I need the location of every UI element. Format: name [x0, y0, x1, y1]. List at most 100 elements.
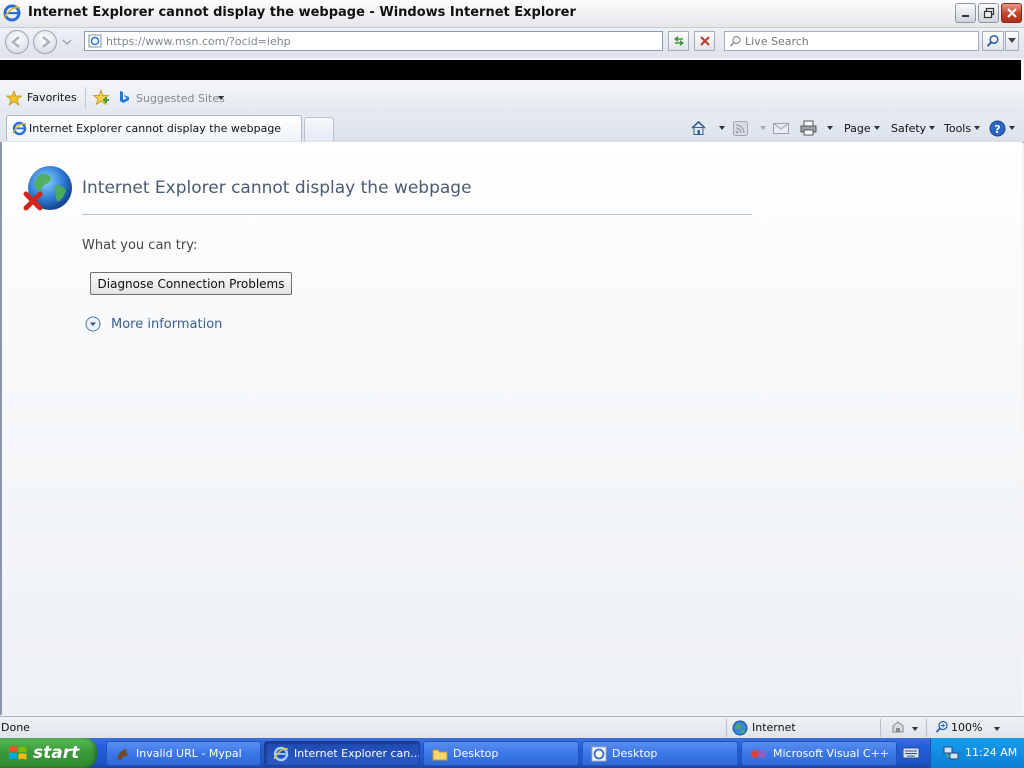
taskbar-item-label: Internet Explorer can...: [294, 747, 420, 760]
protected-mode-icon[interactable]: [890, 720, 906, 736]
diagnose-connection-problems-button[interactable]: Diagnose Connection Problems: [90, 272, 292, 295]
safety-menu-button[interactable]: Safety: [891, 119, 936, 137]
start-button[interactable]: start: [0, 738, 97, 768]
taskbar-item-desktop-folder[interactable]: Desktop: [423, 741, 579, 766]
chevron-down-icon[interactable]: [912, 727, 918, 731]
read-mail-button[interactable]: [773, 119, 789, 137]
search-input[interactable]: [745, 33, 970, 49]
divider: [85, 87, 86, 109]
taskbar-item-label: Invalid URL - Mypal: [136, 747, 242, 760]
tools-menu-button[interactable]: Tools: [944, 119, 981, 137]
divider: [82, 214, 752, 215]
minimize-icon: [961, 15, 969, 17]
tools-menu-label: Tools: [944, 121, 972, 135]
page-content: Internet Explorer cannot display the web…: [0, 142, 1022, 715]
start-label: start: [33, 743, 80, 763]
safety-menu-label: Safety: [891, 121, 927, 135]
help-button[interactable]: ?: [989, 119, 1015, 137]
clock[interactable]: 11:24 AM: [965, 746, 1017, 759]
network-icon[interactable]: [943, 745, 959, 761]
taskbar-item-desktop-ie[interactable]: Desktop: [582, 741, 738, 766]
window-title: Internet Explorer cannot display the web…: [28, 5, 576, 20]
tab-label: Internet Explorer cannot display the web…: [29, 122, 282, 135]
forward-button[interactable]: [33, 30, 57, 54]
security-zone-label[interactable]: Internet: [752, 721, 796, 734]
taskbar-item-label: Desktop: [612, 747, 658, 760]
stop-icon: [699, 36, 710, 46]
chevron-down-icon: [760, 126, 766, 130]
favorites-button[interactable]: Favorites: [27, 91, 77, 104]
close-button[interactable]: [1001, 3, 1022, 23]
add-to-favorites-bar-icon[interactable]: [92, 89, 110, 107]
refresh-icon: [673, 36, 684, 46]
new-tab-button[interactable]: [304, 117, 334, 141]
search-options-dropdown[interactable]: [1005, 31, 1019, 51]
feeds-button[interactable]: [733, 119, 766, 137]
ie-logo-icon: [273, 746, 289, 761]
title-bar[interactable]: Internet Explorer cannot display the web…: [0, 0, 1024, 28]
ie-page-icon: [12, 121, 27, 136]
ie-logo-icon: [3, 4, 21, 22]
chevron-down-icon[interactable]: [719, 126, 725, 130]
favorites-star-icon[interactable]: [6, 90, 22, 106]
back-button[interactable]: [5, 30, 29, 54]
chevron-down-icon[interactable]: [827, 126, 833, 130]
divider: [926, 719, 927, 737]
suggested-sites-button[interactable]: Suggested Sites: [136, 92, 225, 105]
divider: [880, 719, 881, 737]
chevron-down-icon: [929, 126, 936, 130]
suggested-sites-icon[interactable]: [118, 90, 130, 104]
forward-arrow-icon: [42, 36, 51, 48]
page-menu-button[interactable]: Page: [844, 119, 880, 137]
home-button[interactable]: [690, 119, 725, 137]
search-button[interactable]: [982, 31, 1004, 51]
address-input[interactable]: [106, 33, 646, 49]
taskbar-item-visual-cpp[interactable]: Microsoft Visual C++: [741, 741, 897, 766]
zoom-icon[interactable]: [935, 720, 949, 734]
address-bar[interactable]: [84, 31, 663, 51]
language-bar-icon[interactable]: [902, 744, 920, 762]
taskbar-item-internet-explorer[interactable]: Internet Explorer can...: [264, 741, 420, 766]
restore-button[interactable]: [978, 3, 999, 23]
chevron-down-icon: [974, 126, 981, 130]
globe-error-icon: [23, 166, 72, 211]
print-button[interactable]: [800, 119, 833, 137]
search-box[interactable]: [724, 31, 979, 51]
page-icon: [88, 34, 102, 48]
ie-page-icon: [591, 746, 607, 761]
error-title: Internet Explorer cannot display the web…: [82, 178, 472, 198]
mail-icon: [773, 122, 789, 134]
system-tray: 11:24 AM: [930, 738, 1024, 768]
back-arrow-icon: [11, 36, 20, 48]
more-information-label: More information: [111, 316, 223, 332]
visual-cpp-icon: [751, 749, 766, 758]
minimize-button[interactable]: [955, 3, 976, 23]
favorites-bar: Favorites Suggested Sites: [0, 82, 1024, 114]
tab-active[interactable]: Internet Explorer cannot display the web…: [6, 115, 302, 141]
recent-pages-dropdown-icon[interactable]: [61, 36, 73, 48]
chevron-down-icon[interactable]: [218, 96, 224, 100]
more-information-link[interactable]: More information: [85, 316, 222, 332]
taskbar-item-mypal[interactable]: Invalid URL - Mypal: [106, 741, 261, 766]
stop-button[interactable]: [694, 31, 715, 51]
printer-icon: [800, 120, 817, 136]
taskbar: start Invalid URL - Mypal Internet Explo…: [0, 738, 1024, 768]
search-icon: [729, 35, 741, 47]
divider: [726, 719, 727, 737]
close-icon: [1006, 8, 1017, 18]
internet-zone-icon[interactable]: [732, 720, 748, 736]
toolbar-band: [0, 60, 1021, 80]
windows-logo-icon: [9, 746, 27, 760]
restore-icon: [983, 7, 994, 19]
status-text: Done: [1, 721, 30, 734]
help-icon: ?: [989, 120, 1006, 136]
rss-feed-icon: [733, 120, 748, 136]
zoom-level[interactable]: 100%: [951, 721, 982, 734]
refresh-button[interactable]: [668, 31, 689, 51]
folder-icon: [432, 749, 448, 760]
chevron-down-icon[interactable]: [994, 727, 1000, 731]
what-you-can-try-label: What you can try:: [82, 238, 198, 253]
home-icon: [691, 120, 706, 135]
page-menu-label: Page: [844, 121, 871, 135]
taskbar-item-label: Microsoft Visual C++: [773, 747, 890, 760]
